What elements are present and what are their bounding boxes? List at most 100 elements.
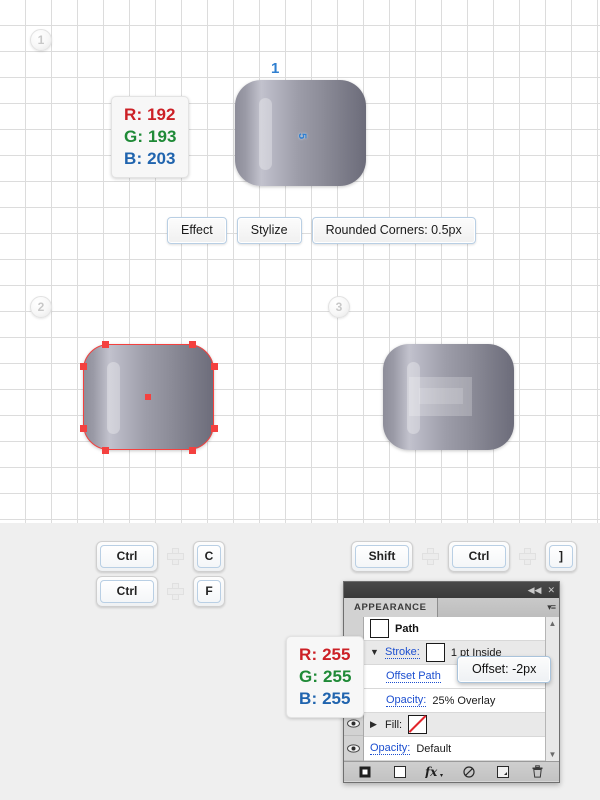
step-marker-label: 3: [335, 300, 343, 314]
rgb-red-value: 255: [322, 645, 351, 664]
key-f[interactable]: F: [193, 576, 225, 607]
panel-tab-row: APPEARANCE ▾≡: [344, 598, 559, 617]
duplicate-icon: [497, 765, 510, 778]
fill-none-swatch[interactable]: [408, 715, 428, 734]
key-ctrl-label: Ctrl: [452, 545, 506, 568]
panel-scrollbar[interactable]: ▲ ▼: [545, 617, 559, 761]
key-ctrl[interactable]: Ctrl: [448, 541, 510, 572]
menu-item-rounded-corners[interactable]: Rounded Corners: 0.5px: [311, 217, 476, 244]
key-bracket-right[interactable]: ]: [545, 541, 577, 572]
row-fill[interactable]: ▶ Fill:: [364, 713, 545, 737]
row-offset-path-label[interactable]: Offset Path: [386, 670, 441, 683]
key-f-label: F: [197, 580, 221, 603]
path-anchor-point[interactable]: [210, 362, 218, 370]
shape-1-number-label: 1: [271, 60, 280, 77]
close-icon[interactable]: ✕: [547, 585, 555, 595]
path-anchor-point[interactable]: [188, 446, 196, 454]
panel-menu-icon[interactable]: ▾≡: [547, 602, 556, 613]
chevron-right-icon[interactable]: ▶: [370, 720, 379, 729]
row-fill-opacity-label[interactable]: Opacity:: [370, 742, 411, 755]
step-marker-1: 1: [30, 29, 52, 51]
row-stroke-opacity-label[interactable]: Opacity:: [386, 694, 427, 707]
shortcut-copy: Ctrl C: [96, 541, 225, 572]
step-marker-label: 1: [37, 33, 45, 47]
row-stroke-opacity-value: 25% Overlay: [432, 694, 496, 707]
delete-item-icon[interactable]: [528, 765, 548, 779]
menu-item-effect[interactable]: Effect: [167, 217, 227, 244]
rgb-green-value: 255: [323, 666, 352, 686]
key-bracket-right-label: ]: [549, 545, 573, 568]
eye-icon: [347, 744, 360, 753]
circle-slash-icon: [463, 765, 475, 778]
panel-tab-filler: ▾≡: [437, 598, 559, 617]
rgb-red-label: R:: [299, 645, 318, 664]
row-stroke-opacity[interactable]: Opacity: 25% Overlay: [364, 689, 545, 713]
rgb-blue-row: B: 203: [124, 148, 176, 170]
menu-path-breadcrumb: Effect Stylize Rounded Corners: 0.5px: [167, 217, 476, 244]
clear-appearance-icon[interactable]: [459, 765, 479, 779]
step-marker-label: 2: [37, 300, 45, 314]
step-marker-2: 2: [30, 296, 52, 318]
rgb-callout-stroke-color: R: 255 G: 255 B: 255: [286, 636, 365, 719]
panel-titlebar: ◀◀ ✕: [344, 582, 559, 598]
path-anchor-point[interactable]: [101, 446, 109, 454]
rgb-red-label: R:: [124, 105, 143, 124]
chevron-down-icon[interactable]: ▼: [370, 648, 379, 657]
rgb-blue-label: B:: [299, 688, 318, 708]
offset-value-callout[interactable]: Offset: -2px: [457, 656, 552, 683]
rgb-blue-label: B:: [124, 148, 143, 168]
tab-appearance[interactable]: APPEARANCE: [344, 598, 438, 617]
add-new-effect-icon[interactable]: fx: [424, 765, 444, 779]
rgb-red-row: R: 192: [124, 104, 176, 126]
path-anchor-point[interactable]: [188, 340, 196, 348]
svg-text:fx: fx: [425, 765, 438, 778]
path-anchor-point[interactable]: [79, 424, 87, 432]
key-c-label: C: [197, 545, 221, 568]
shape-1-anchor-glyph: 5: [296, 132, 309, 140]
rgb-green-row: G: 193: [124, 126, 176, 148]
offset-path-outline-inner: [419, 388, 463, 404]
key-ctrl[interactable]: Ctrl: [96, 576, 158, 607]
rgb-green-label: G:: [124, 126, 144, 146]
collapse-icon[interactable]: ◀◀: [528, 585, 542, 595]
visibility-toggle-opacity[interactable]: [344, 736, 363, 762]
plus-icon: [167, 548, 184, 565]
vector-shape-1[interactable]: 5: [235, 80, 366, 186]
menu-item-stylize[interactable]: Stylize: [236, 217, 302, 244]
shape-center-point[interactable]: [145, 394, 151, 400]
rgb-red-value: 192: [147, 105, 176, 124]
panel-footer-toolbar: fx: [344, 761, 559, 781]
add-new-stroke-icon[interactable]: [355, 765, 375, 779]
path-anchor-point[interactable]: [79, 362, 87, 370]
scroll-up-icon[interactable]: ▲: [549, 619, 557, 628]
row-path-label: Path: [395, 622, 419, 635]
path-color-swatch[interactable]: [370, 619, 389, 638]
vector-shape-2[interactable]: [79, 340, 218, 454]
filled-square-icon: [359, 766, 371, 777]
rgb-blue-value: 255: [322, 688, 351, 708]
path-anchor-point[interactable]: [210, 424, 218, 432]
appearance-panel[interactable]: ◀◀ ✕ APPEARANCE ▾≡ Path ▼ Stroke: 1 pt I…: [343, 581, 560, 783]
add-new-fill-icon[interactable]: [390, 765, 410, 779]
scroll-down-icon[interactable]: ▼: [549, 750, 557, 759]
rgb-green-label: G:: [299, 666, 319, 686]
row-fill-opacity[interactable]: Opacity: Default: [364, 737, 545, 761]
shortcut-paste-in-front: Ctrl F: [96, 576, 225, 607]
duplicate-item-icon[interactable]: [493, 765, 513, 779]
row-stroke-label[interactable]: Stroke:: [385, 646, 420, 659]
key-c[interactable]: C: [193, 541, 225, 572]
key-ctrl-label: Ctrl: [100, 545, 154, 568]
rgb-red-row: R: 255: [299, 644, 351, 666]
vector-shape-3[interactable]: [383, 344, 514, 450]
rgb-blue-value: 203: [147, 148, 176, 168]
stroke-color-swatch[interactable]: [425, 643, 445, 662]
row-path[interactable]: Path: [364, 617, 545, 641]
rgb-green-row: G: 255: [299, 666, 351, 688]
fx-icon: fx: [425, 765, 444, 778]
key-shift[interactable]: Shift: [351, 541, 413, 572]
key-ctrl[interactable]: Ctrl: [96, 541, 158, 572]
key-shift-label: Shift: [355, 545, 409, 568]
step-marker-3: 3: [328, 296, 350, 318]
path-anchor-point[interactable]: [101, 340, 109, 348]
appearance-rows: Path ▼ Stroke: 1 pt Inside Offset Path O…: [364, 617, 545, 761]
